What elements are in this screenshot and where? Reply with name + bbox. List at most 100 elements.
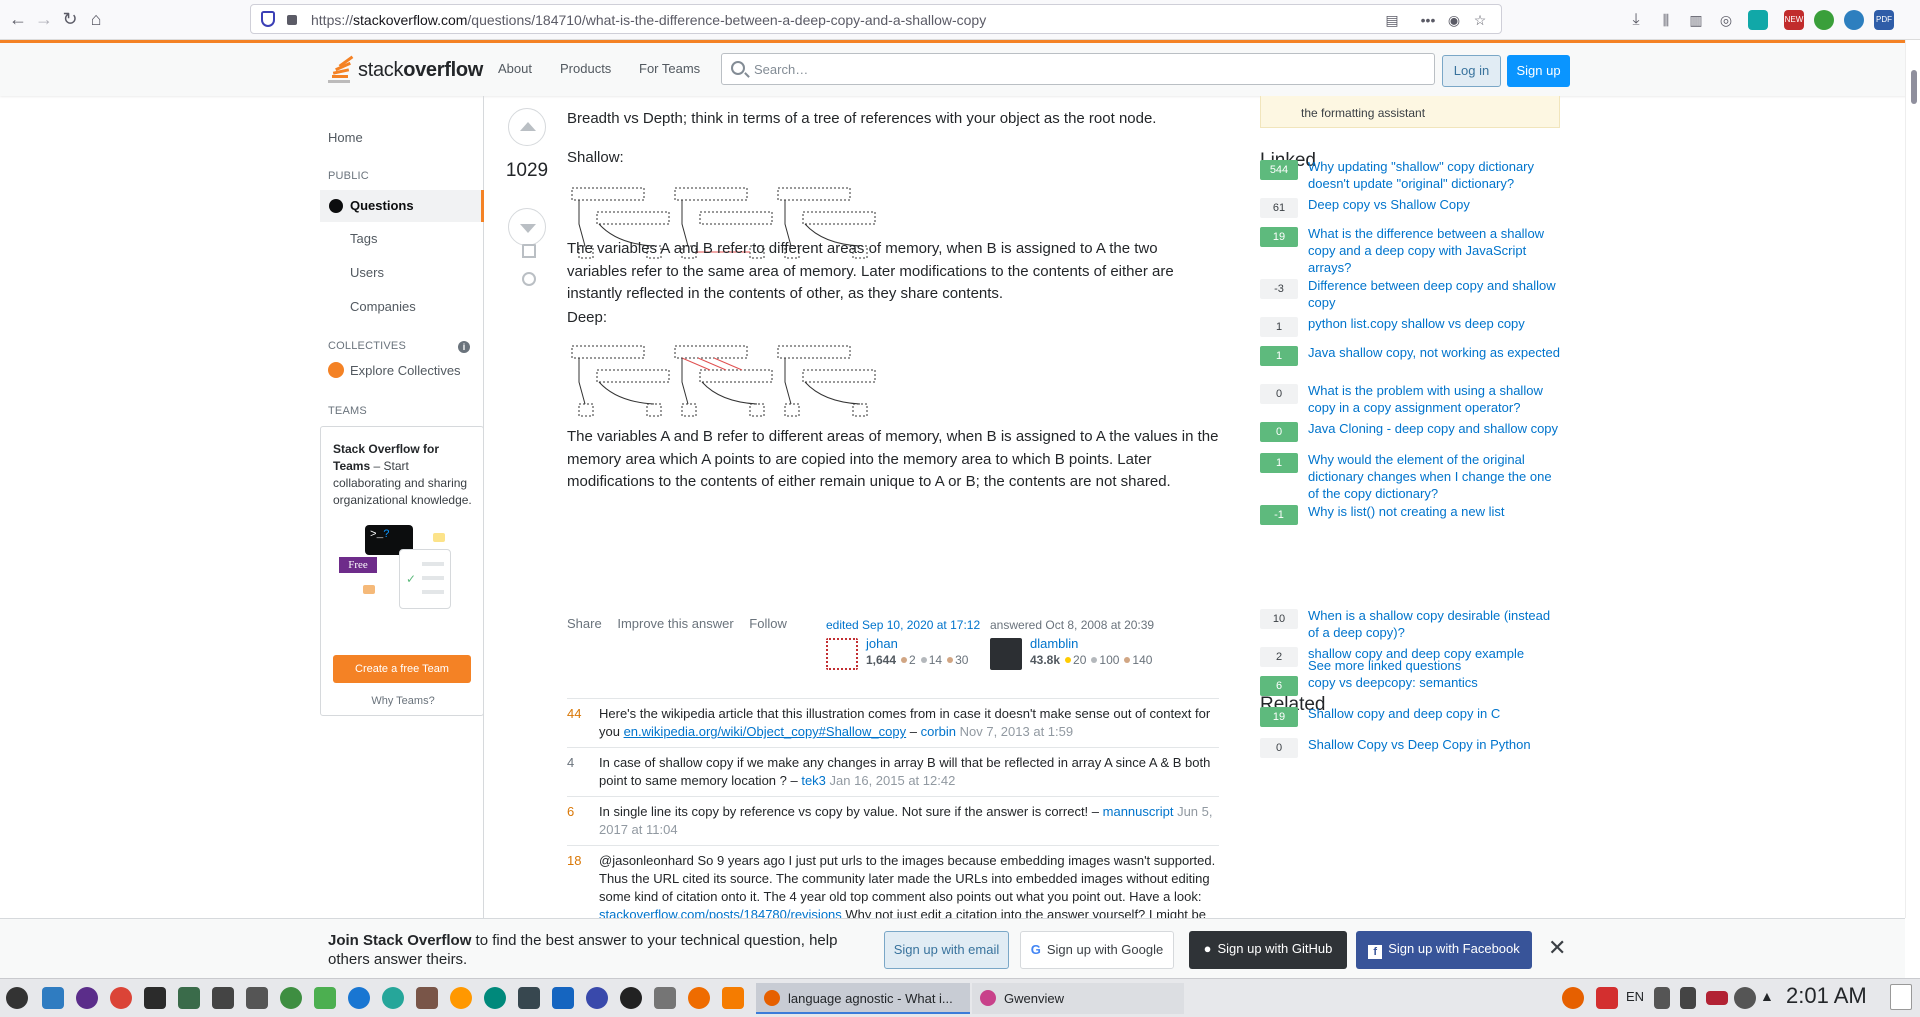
sidebar-item-questions[interactable]: Questions: [320, 190, 484, 222]
app-icon-5[interactable]: [178, 987, 200, 1009]
app-icon-7[interactable]: [246, 987, 268, 1009]
extension-icon[interactable]: [1748, 10, 1768, 30]
app-icon-9[interactable]: [314, 987, 336, 1009]
question-link[interactable]: Shallow copy and deep copy in C: [1308, 705, 1560, 722]
signup-github-button[interactable]: ● Sign up with GitHub: [1189, 931, 1347, 969]
app-icon-13[interactable]: [450, 987, 472, 1009]
pdf-icon[interactable]: PDF: [1874, 10, 1894, 30]
volume-icon[interactable]: [1680, 987, 1696, 1009]
nav-about[interactable]: About: [498, 61, 532, 76]
question-link[interactable]: Why updating "shallow" copy dictionary d…: [1308, 158, 1560, 192]
sidebar-item-tags[interactable]: Tags: [350, 231, 377, 246]
question-link[interactable]: What is the problem with using a shallow…: [1308, 382, 1560, 416]
app-menu-icon[interactable]: [6, 987, 28, 1009]
editor-avatar[interactable]: [826, 638, 858, 670]
bookmark-star-icon[interactable]: ☆: [1471, 11, 1489, 29]
tracking-shield-icon[interactable]: [261, 11, 275, 27]
addon-icon[interactable]: [1814, 10, 1834, 30]
comment-user[interactable]: tek3: [801, 773, 826, 788]
reader-view-icon[interactable]: ▤: [1383, 11, 1401, 29]
home-icon[interactable]: ⌂: [84, 8, 108, 32]
app-icon-17[interactable]: [586, 987, 608, 1009]
show-desktop-icon[interactable]: [1890, 984, 1912, 1010]
reload-icon[interactable]: ↻: [58, 8, 82, 32]
downvote-button[interactable]: [508, 208, 546, 246]
tray-expand-icon[interactable]: ▲: [1760, 988, 1774, 1004]
author-avatar[interactable]: [990, 638, 1022, 670]
history-icon[interactable]: [522, 272, 536, 286]
comment-user[interactable]: corbin: [921, 724, 956, 739]
question-link[interactable]: Deep copy vs Shallow Copy: [1308, 196, 1560, 213]
app-icon-8[interactable]: [280, 987, 302, 1009]
addon-icon-2[interactable]: [1844, 10, 1864, 30]
back-icon[interactable]: ←: [6, 8, 30, 32]
sidebar-item-companies[interactable]: Companies: [350, 299, 416, 314]
signup-facebook-button[interactable]: f Sign up with Facebook: [1356, 931, 1532, 969]
scrollbar-thumb[interactable]: [1911, 70, 1917, 104]
firefox-tray-icon[interactable]: [1562, 987, 1584, 1009]
question-link[interactable]: Java Cloning - deep copy and shallow cop…: [1308, 420, 1560, 437]
app-icon-10[interactable]: [348, 987, 370, 1009]
chrome-icon[interactable]: [110, 987, 132, 1009]
question-link[interactable]: What is the difference between a shallow…: [1308, 225, 1560, 276]
nav-products[interactable]: Products: [560, 61, 611, 76]
app-icon-6[interactable]: [212, 987, 234, 1009]
clipboard-icon[interactable]: [1654, 987, 1670, 1009]
terminal-app-icon[interactable]: [144, 987, 166, 1009]
create-team-button[interactable]: Create a free Team: [333, 655, 471, 683]
page-scrollbar[interactable]: [1905, 40, 1920, 918]
task-firefox[interactable]: language agnostic - What i...: [756, 983, 970, 1014]
app-icon-2[interactable]: [76, 987, 98, 1009]
login-button[interactable]: Log in: [1442, 55, 1501, 87]
new-extension-icon[interactable]: NEW: [1784, 10, 1804, 30]
app-icon-16[interactable]: [552, 987, 574, 1009]
search-box[interactable]: [721, 53, 1435, 85]
tray-icon-2[interactable]: [1596, 987, 1618, 1009]
lock-icon[interactable]: [287, 15, 297, 25]
wifi-icon[interactable]: [1734, 987, 1756, 1009]
sidebar-icon[interactable]: ▥: [1686, 10, 1706, 30]
task-gwenview[interactable]: Gwenview: [972, 983, 1184, 1014]
author-name[interactable]: dlamblin: [1030, 636, 1078, 651]
question-link[interactable]: Difference between deep copy and shallow…: [1308, 277, 1560, 311]
app-icon-14[interactable]: [484, 987, 506, 1009]
app-icon-12[interactable]: [416, 987, 438, 1009]
downloads-icon[interactable]: ⤓: [1626, 10, 1646, 30]
signup-google-button[interactable]: G Sign up with Google: [1020, 931, 1174, 969]
question-link[interactable]: When is a shallow copy desirable (instea…: [1308, 607, 1560, 641]
stackoverflow-logo[interactable]: stackoverflow: [328, 55, 483, 85]
pocket-icon[interactable]: ◉: [1445, 11, 1463, 29]
app-icon-19[interactable]: [654, 987, 676, 1009]
editor-name[interactable]: johan: [866, 636, 898, 651]
sidebar-item-users[interactable]: Users: [350, 265, 384, 280]
question-link[interactable]: Shallow Copy vs Deep Copy in Python: [1308, 736, 1560, 753]
nav-for-teams[interactable]: For Teams: [639, 61, 700, 76]
signup-button[interactable]: Sign up: [1507, 55, 1570, 87]
sidebar-item-explore-collectives[interactable]: Explore Collectives: [350, 363, 461, 378]
app-icon-11[interactable]: [382, 987, 404, 1009]
account-icon[interactable]: ◎: [1716, 10, 1736, 30]
keyboard-layout[interactable]: EN: [1626, 989, 1644, 1004]
comment-link[interactable]: en.wikipedia.org/wiki/Object_copy#Shallo…: [624, 724, 907, 739]
upvote-button[interactable]: [508, 108, 546, 146]
headphones-icon[interactable]: [620, 987, 642, 1009]
question-link[interactable]: Why is list() not creating a new list: [1308, 503, 1560, 520]
why-teams-link[interactable]: Why Teams?: [321, 695, 485, 707]
follow-link[interactable]: Follow: [749, 616, 787, 631]
flag-icon[interactable]: [1706, 991, 1728, 1005]
question-link[interactable]: Java shallow copy, not working as expect…: [1308, 344, 1560, 361]
search-input[interactable]: [754, 60, 1414, 78]
improve-answer-link[interactable]: Improve this answer: [617, 616, 733, 631]
signup-email-button[interactable]: Sign up with email: [884, 931, 1009, 969]
forward-icon[interactable]: →: [32, 8, 56, 32]
question-link[interactable]: shallow copy and deep copy example: [1308, 645, 1560, 662]
files-icon[interactable]: [42, 987, 64, 1009]
question-link[interactable]: Why would the element of the original di…: [1308, 451, 1560, 502]
vlc-icon[interactable]: [722, 987, 744, 1009]
library-icon[interactable]: ⫼: [1656, 10, 1676, 30]
bookmark-icon[interactable]: [522, 244, 536, 258]
clock[interactable]: 2:01 AM: [1786, 983, 1867, 1009]
url-bar[interactable]: https://stackoverflow.com/questions/1847…: [250, 4, 1502, 34]
question-link[interactable]: copy vs deepcopy: semantics: [1308, 674, 1560, 691]
share-link[interactable]: Share: [567, 616, 602, 631]
